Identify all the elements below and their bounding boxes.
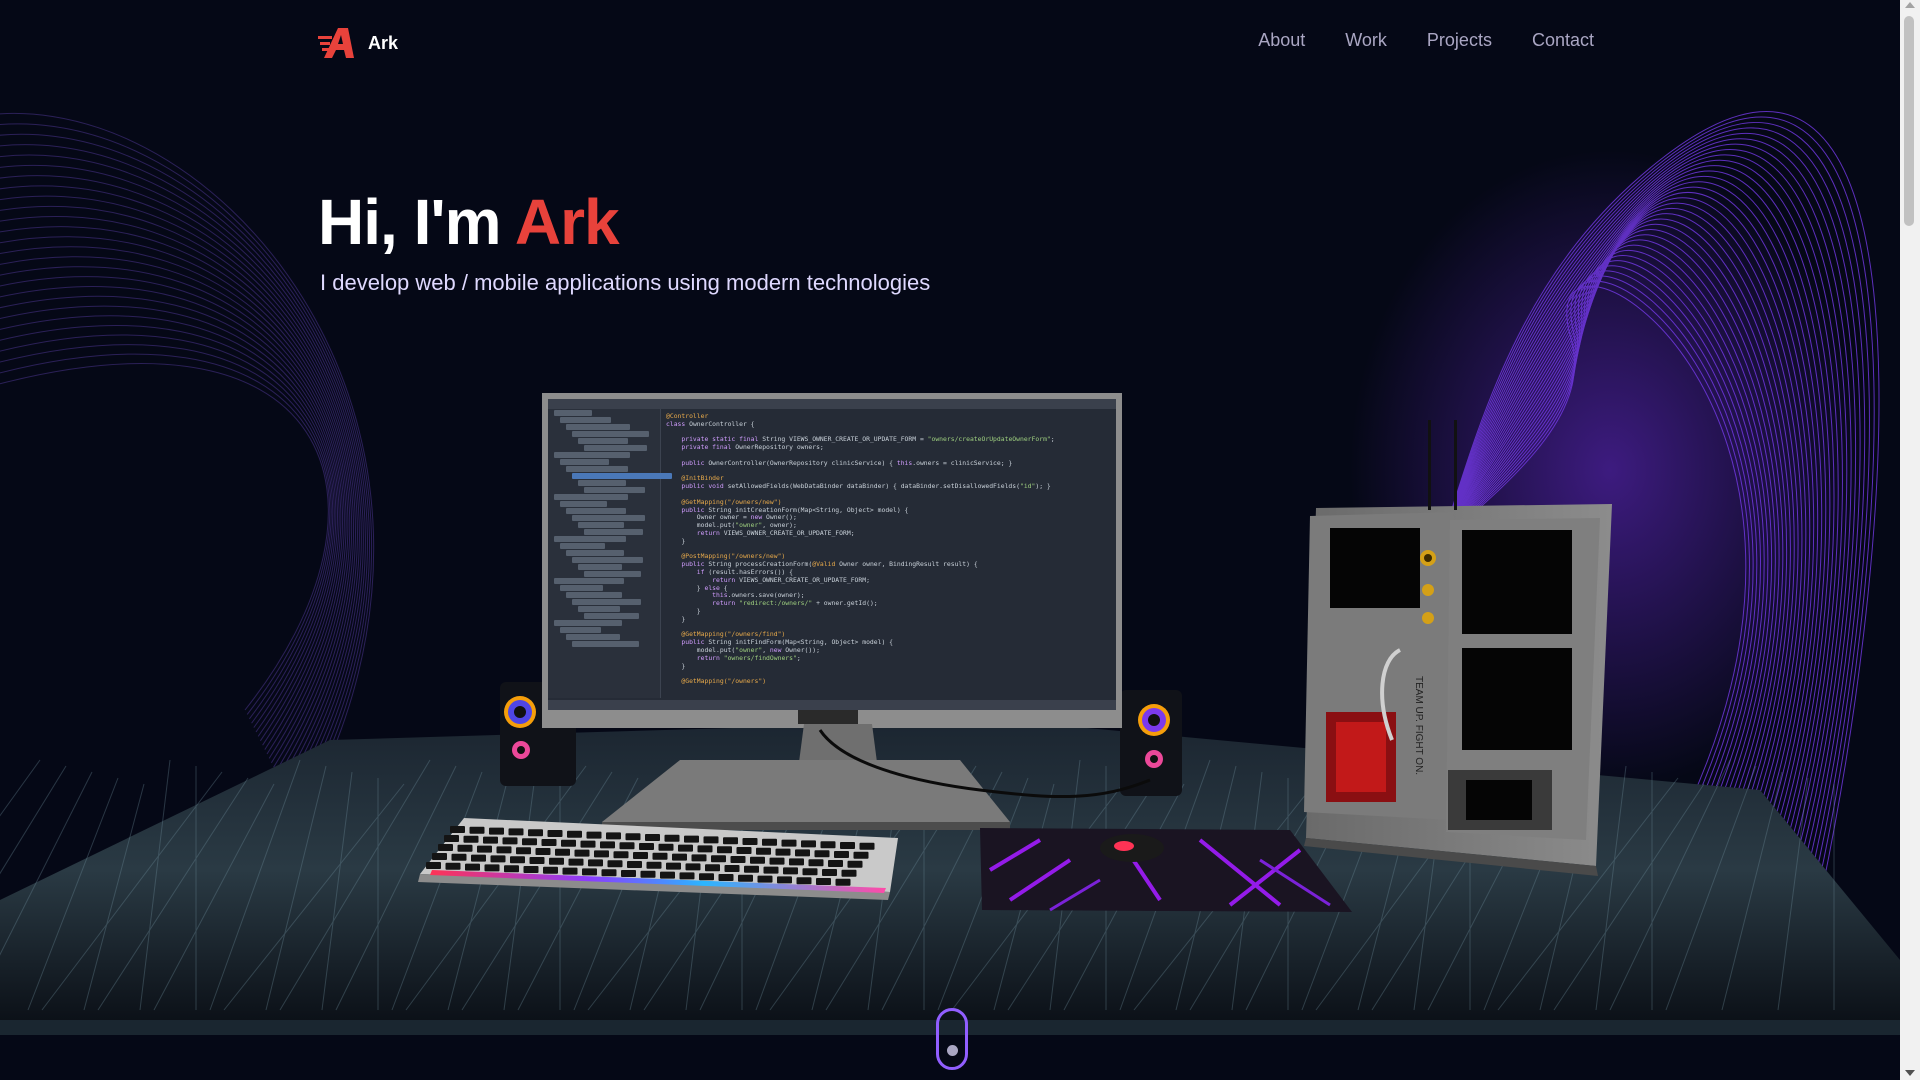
hero-section: Hi, I'm Ark I develop web / mobile appli… — [318, 182, 930, 296]
nav-link-projects[interactable]: Projects — [1427, 30, 1492, 51]
nav-link-about[interactable]: About — [1258, 30, 1305, 51]
hero-name: Ark — [514, 186, 620, 258]
monitor-screen-ide: @Controller class OwnerController { priv… — [548, 399, 1116, 710]
ide-code-editor: @Controller class OwnerController { priv… — [666, 412, 1055, 686]
pc-case-label: TEAM UP. FIGHT ON. — [1413, 676, 1424, 775]
ide-project-tree — [548, 409, 672, 698]
pc-case: TEAM UP. FIGHT ON. — [1304, 420, 1612, 876]
page-scrollbar[interactable] — [1900, 0, 1920, 1080]
scroll-down-arrow-icon[interactable] — [1905, 1070, 1915, 1076]
mouse — [1100, 834, 1164, 862]
brand-home-link[interactable]: Ark — [318, 26, 398, 60]
brand-logo-icon — [318, 28, 354, 58]
scrollbar-thumb[interactable] — [1904, 16, 1914, 226]
ide-toolbar — [548, 399, 1116, 409]
scroll-down-indicator[interactable] — [936, 1008, 968, 1070]
brand-name: Ark — [368, 32, 399, 53]
right-speaker — [1120, 690, 1182, 796]
hero-subtitle: I develop web / mobile applications usin… — [320, 270, 931, 295]
scroll-up-arrow-icon[interactable] — [1905, 2, 1915, 8]
navbar: Ark About Work Projects Contact — [0, 0, 1900, 86]
hero-title: Hi, I'm Ark — [318, 182, 930, 262]
nav-link-contact[interactable]: Contact — [1532, 30, 1594, 51]
ide-status-bar — [548, 700, 1116, 710]
nav-links: About Work Projects Contact — [1258, 30, 1594, 51]
mouse-pad — [980, 828, 1352, 912]
hero-greeting: Hi, I'm — [318, 186, 515, 258]
scroll-dot-icon — [946, 1045, 958, 1056]
nav-link-work[interactable]: Work — [1345, 30, 1387, 51]
portfolio-page: Ark About Work Projects Contact Hi, I'm … — [0, 0, 1920, 1080]
